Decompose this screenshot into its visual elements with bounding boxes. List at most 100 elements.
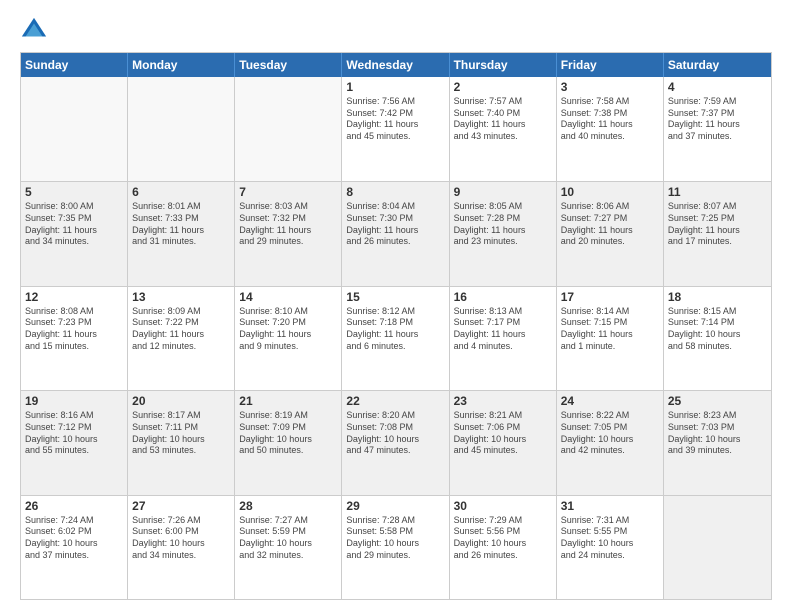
calendar-row-2: 5 Sunrise: 8:00 AM Sunset: 7:35 PM Daylig… xyxy=(21,181,771,285)
logo xyxy=(20,16,52,44)
header xyxy=(20,16,772,44)
calendar-cell xyxy=(235,77,342,181)
calendar-row-3: 12 Sunrise: 8:08 AM Sunset: 7:23 PM Dayli… xyxy=(21,286,771,390)
day-number: 14 xyxy=(239,290,337,304)
day-number: 30 xyxy=(454,499,552,513)
cell-info: Sunrise: 7:29 AM Sunset: 5:56 PM Dayligh… xyxy=(454,515,552,562)
cell-info: Sunrise: 8:06 AM Sunset: 7:27 PM Dayligh… xyxy=(561,201,659,248)
day-number: 5 xyxy=(25,185,123,199)
cell-info: Sunrise: 8:08 AM Sunset: 7:23 PM Dayligh… xyxy=(25,306,123,353)
cell-info: Sunrise: 8:09 AM Sunset: 7:22 PM Dayligh… xyxy=(132,306,230,353)
cell-info: Sunrise: 8:14 AM Sunset: 7:15 PM Dayligh… xyxy=(561,306,659,353)
cell-info: Sunrise: 7:24 AM Sunset: 6:02 PM Dayligh… xyxy=(25,515,123,562)
logo-icon xyxy=(20,16,48,44)
day-number: 9 xyxy=(454,185,552,199)
day-number: 4 xyxy=(668,80,767,94)
calendar-cell: 21 Sunrise: 8:19 AM Sunset: 7:09 PM Dayli… xyxy=(235,391,342,494)
cell-info: Sunrise: 8:23 AM Sunset: 7:03 PM Dayligh… xyxy=(668,410,767,457)
calendar-cell: 25 Sunrise: 8:23 AM Sunset: 7:03 PM Dayli… xyxy=(664,391,771,494)
day-number: 28 xyxy=(239,499,337,513)
day-number: 18 xyxy=(668,290,767,304)
page: SundayMondayTuesdayWednesdayThursdayFrid… xyxy=(0,0,792,612)
cell-info: Sunrise: 7:58 AM Sunset: 7:38 PM Dayligh… xyxy=(561,96,659,143)
calendar-cell: 27 Sunrise: 7:26 AM Sunset: 6:00 PM Dayli… xyxy=(128,496,235,599)
calendar-row-4: 19Sunrise: 8:16 AM Sunset: 7:12 PM Dayli… xyxy=(21,390,771,494)
day-number: 6 xyxy=(132,185,230,199)
cell-info: Sunrise: 7:56 AM Sunset: 7:42 PM Dayligh… xyxy=(346,96,444,143)
day-number: 31 xyxy=(561,499,659,513)
day-number: 23 xyxy=(454,394,552,408)
calendar-cell: 22Sunrise: 8:20 AM Sunset: 7:08 PM Dayli… xyxy=(342,391,449,494)
day-number: 3 xyxy=(561,80,659,94)
cell-info: Sunrise: 8:22 AM Sunset: 7:05 PM Dayligh… xyxy=(561,410,659,457)
calendar-cell: 15Sunrise: 8:12 AM Sunset: 7:18 PM Dayli… xyxy=(342,287,449,390)
day-number: 10 xyxy=(561,185,659,199)
day-number: 12 xyxy=(25,290,123,304)
calendar-cell: 26 Sunrise: 7:24 AM Sunset: 6:02 PM Dayli… xyxy=(21,496,128,599)
cell-info: Sunrise: 8:05 AM Sunset: 7:28 PM Dayligh… xyxy=(454,201,552,248)
cell-info: Sunrise: 8:13 AM Sunset: 7:17 PM Dayligh… xyxy=(454,306,552,353)
calendar-cell: 14 Sunrise: 8:10 AM Sunset: 7:20 PM Dayli… xyxy=(235,287,342,390)
cell-info: Sunrise: 8:12 AM Sunset: 7:18 PM Dayligh… xyxy=(346,306,444,353)
weekday-header-thursday: Thursday xyxy=(450,53,557,77)
calendar-cell: 5 Sunrise: 8:00 AM Sunset: 7:35 PM Daylig… xyxy=(21,182,128,285)
cell-info: Sunrise: 8:21 AM Sunset: 7:06 PM Dayligh… xyxy=(454,410,552,457)
calendar-row-1: 1 Sunrise: 7:56 AM Sunset: 7:42 PM Daylig… xyxy=(21,77,771,181)
calendar-cell: 28Sunrise: 7:27 AM Sunset: 5:59 PM Dayli… xyxy=(235,496,342,599)
calendar-cell: 29Sunrise: 7:28 AM Sunset: 5:58 PM Dayli… xyxy=(342,496,449,599)
day-number: 16 xyxy=(454,290,552,304)
cell-info: Sunrise: 7:57 AM Sunset: 7:40 PM Dayligh… xyxy=(454,96,552,143)
day-number: 2 xyxy=(454,80,552,94)
day-number: 29 xyxy=(346,499,444,513)
cell-info: Sunrise: 7:26 AM Sunset: 6:00 PM Dayligh… xyxy=(132,515,230,562)
calendar-cell: 2 Sunrise: 7:57 AM Sunset: 7:40 PM Daylig… xyxy=(450,77,557,181)
calendar-cell xyxy=(21,77,128,181)
weekday-header-sunday: Sunday xyxy=(21,53,128,77)
calendar-cell: 18 Sunrise: 8:15 AM Sunset: 7:14 PM Dayli… xyxy=(664,287,771,390)
calendar-cell: 13 Sunrise: 8:09 AM Sunset: 7:22 PM Dayli… xyxy=(128,287,235,390)
calendar-cell: 8Sunrise: 8:04 AM Sunset: 7:30 PM Daylig… xyxy=(342,182,449,285)
cell-info: Sunrise: 8:16 AM Sunset: 7:12 PM Dayligh… xyxy=(25,410,123,457)
calendar-cell: 24 Sunrise: 8:22 AM Sunset: 7:05 PM Dayli… xyxy=(557,391,664,494)
calendar-cell xyxy=(128,77,235,181)
calendar-cell: 7 Sunrise: 8:03 AM Sunset: 7:32 PM Daylig… xyxy=(235,182,342,285)
calendar-body: 1 Sunrise: 7:56 AM Sunset: 7:42 PM Daylig… xyxy=(21,77,771,599)
day-number: 1 xyxy=(346,80,444,94)
day-number: 13 xyxy=(132,290,230,304)
weekday-header-saturday: Saturday xyxy=(664,53,771,77)
calendar-cell: 4Sunrise: 7:59 AM Sunset: 7:37 PM Daylig… xyxy=(664,77,771,181)
calendar-cell: 12 Sunrise: 8:08 AM Sunset: 7:23 PM Dayli… xyxy=(21,287,128,390)
weekday-header-friday: Friday xyxy=(557,53,664,77)
cell-info: Sunrise: 8:19 AM Sunset: 7:09 PM Dayligh… xyxy=(239,410,337,457)
calendar-cell: 11 Sunrise: 8:07 AM Sunset: 7:25 PM Dayli… xyxy=(664,182,771,285)
calendar-cell: 1 Sunrise: 7:56 AM Sunset: 7:42 PM Daylig… xyxy=(342,77,449,181)
cell-info: Sunrise: 8:03 AM Sunset: 7:32 PM Dayligh… xyxy=(239,201,337,248)
calendar-cell: 30 Sunrise: 7:29 AM Sunset: 5:56 PM Dayli… xyxy=(450,496,557,599)
cell-info: Sunrise: 8:01 AM Sunset: 7:33 PM Dayligh… xyxy=(132,201,230,248)
day-number: 20 xyxy=(132,394,230,408)
weekday-header-wednesday: Wednesday xyxy=(342,53,449,77)
cell-info: Sunrise: 8:10 AM Sunset: 7:20 PM Dayligh… xyxy=(239,306,337,353)
day-number: 8 xyxy=(346,185,444,199)
day-number: 7 xyxy=(239,185,337,199)
day-number: 17 xyxy=(561,290,659,304)
weekday-header-monday: Monday xyxy=(128,53,235,77)
cell-info: Sunrise: 8:15 AM Sunset: 7:14 PM Dayligh… xyxy=(668,306,767,353)
weekday-header-tuesday: Tuesday xyxy=(235,53,342,77)
cell-info: Sunrise: 8:07 AM Sunset: 7:25 PM Dayligh… xyxy=(668,201,767,248)
day-number: 26 xyxy=(25,499,123,513)
day-number: 24 xyxy=(561,394,659,408)
calendar-cell xyxy=(664,496,771,599)
calendar-cell: 9 Sunrise: 8:05 AM Sunset: 7:28 PM Daylig… xyxy=(450,182,557,285)
cell-info: Sunrise: 7:31 AM Sunset: 5:55 PM Dayligh… xyxy=(561,515,659,562)
calendar-header: SundayMondayTuesdayWednesdayThursdayFrid… xyxy=(21,53,771,77)
day-number: 27 xyxy=(132,499,230,513)
calendar: SundayMondayTuesdayWednesdayThursdayFrid… xyxy=(20,52,772,600)
cell-info: Sunrise: 8:00 AM Sunset: 7:35 PM Dayligh… xyxy=(25,201,123,248)
calendar-cell: 31 Sunrise: 7:31 AM Sunset: 5:55 PM Dayli… xyxy=(557,496,664,599)
calendar-cell: 23 Sunrise: 8:21 AM Sunset: 7:06 PM Dayli… xyxy=(450,391,557,494)
calendar-cell: 3 Sunrise: 7:58 AM Sunset: 7:38 PM Daylig… xyxy=(557,77,664,181)
day-number: 11 xyxy=(668,185,767,199)
day-number: 25 xyxy=(668,394,767,408)
day-number: 21 xyxy=(239,394,337,408)
